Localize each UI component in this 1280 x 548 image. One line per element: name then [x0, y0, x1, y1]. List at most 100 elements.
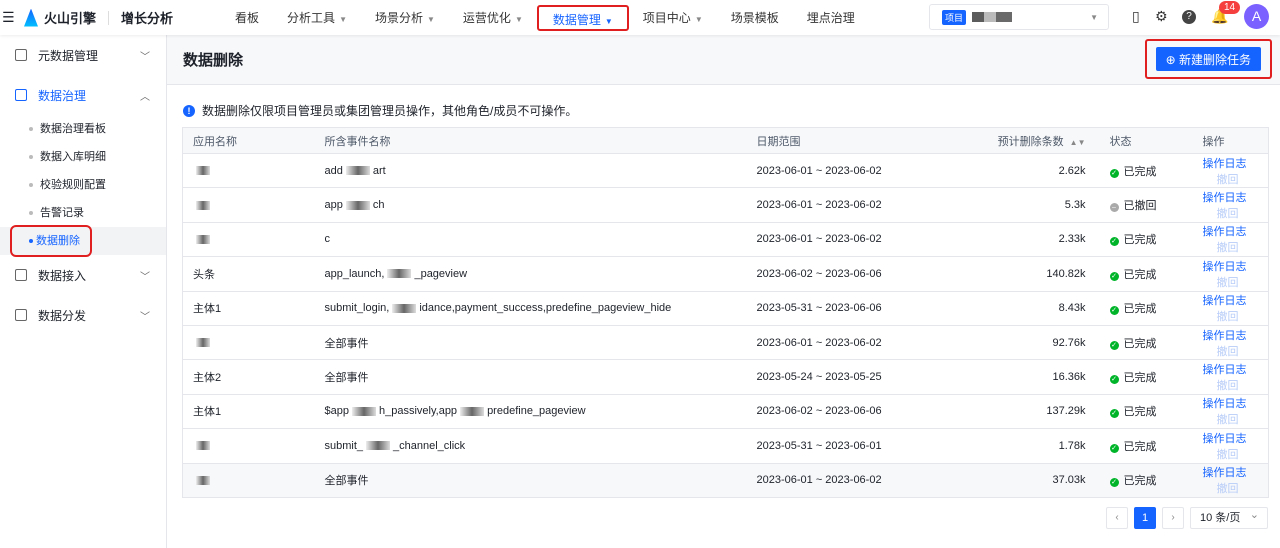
page-title: 数据删除: [183, 52, 244, 69]
page-header: 数据删除 ⊕ 新建删除任务: [167, 35, 1280, 85]
operation-log-link[interactable]: 操作日志: [1203, 226, 1247, 238]
nav-item[interactable]: 场景模板: [717, 5, 793, 31]
help-icon[interactable]: ?: [1182, 10, 1196, 24]
revoke-link: 撤回: [1216, 448, 1239, 461]
menu-icon[interactable]: ☰: [2, 9, 15, 26]
revoke-link: 撤回: [1216, 276, 1239, 289]
delete-count: 8.43k: [946, 291, 1100, 326]
chevron-down-icon: ﹀: [140, 51, 150, 63]
project-selector[interactable]: 项目 ▼: [929, 4, 1109, 30]
mobile-icon[interactable]: ▯: [1132, 8, 1140, 25]
avatar[interactable]: A: [1244, 4, 1269, 29]
operation-log-link[interactable]: 操作日志: [1203, 398, 1247, 410]
nav-item[interactable]: 场景分析 ▼: [361, 5, 449, 31]
column-header: 应用名称: [182, 127, 315, 154]
sidebar-group[interactable]: 数据接入 ﹀: [0, 255, 166, 295]
group-icon: [15, 269, 27, 281]
event-names: 全部事件: [314, 463, 747, 498]
sidebar-group[interactable]: 元数据管理 ﹀: [0, 35, 166, 75]
status: ✓ 已完成: [1099, 325, 1193, 361]
operation-log-link[interactable]: 操作日志: [1203, 330, 1247, 342]
check-circle-icon: ✓: [1109, 409, 1119, 419]
deletion-task-table: 应用名称 所含事件名称 日期范围 预计删除条数 ▲▼ 状态 操作 add art 2023-06…: [182, 127, 1269, 498]
sidebar-item[interactable]: 数据入库明细: [0, 143, 166, 171]
logo[interactable]: 火山引擎 增长分析: [24, 8, 173, 27]
operation-log-link[interactable]: 操作日志: [1203, 295, 1247, 307]
status: ✓ 已完成: [1099, 359, 1193, 395]
sidebar-group[interactable]: 数据分发 ﹀: [0, 295, 166, 335]
page-1-button[interactable]: 1: [1134, 507, 1156, 529]
operation-log-link[interactable]: 操作日志: [1203, 433, 1247, 445]
operation-log-link[interactable]: 操作日志: [1203, 192, 1247, 204]
column-header: 所含事件名称: [314, 127, 747, 154]
caret-down-icon: ▼: [604, 16, 613, 26]
status: ✓ 已完成: [1099, 394, 1193, 430]
column-header[interactable]: 预计删除条数 ▲▼: [946, 127, 1100, 154]
sidebar-group[interactable]: 数据治理 ︿: [0, 75, 166, 115]
revoke-link: 撤回: [1216, 483, 1239, 496]
redacted: [196, 475, 210, 485]
sidebar: 元数据管理 ﹀ 数据治理 ︿ 数据治理看板 数据入库明细 校验规则配置 告警记录 数据删除 数据接…: [0, 35, 167, 548]
sidebar-item[interactable]: 数据治理看板: [0, 115, 166, 143]
redacted: [196, 166, 210, 176]
check-circle-icon: ✓: [1109, 478, 1119, 488]
nav-item[interactable]: 看板: [221, 5, 273, 31]
delete-count: 2.62k: [946, 153, 1100, 189]
next-page-button[interactable]: ›: [1162, 507, 1184, 529]
app-name: [182, 428, 315, 464]
table-row: 全部事件 2023-06-01 ~ 2023-06-02 37.03k ✓ 已完成 操作日…: [182, 463, 1269, 498]
nav-item[interactable]: 分析工具 ▼: [273, 5, 361, 31]
table-row: 全部事件 2023-06-01 ~ 2023-06-02 92.76k ✓ 已完成 操作日…: [182, 325, 1269, 361]
revoke-link: 撤回: [1216, 345, 1239, 358]
prev-page-button[interactable]: ‹: [1106, 507, 1128, 529]
event-names: 全部事件: [314, 325, 747, 361]
nav-item[interactable]: 埋点治理: [793, 5, 869, 31]
volcano-logo-icon: [24, 8, 38, 27]
nav-item[interactable]: 数据管理 ▼: [536, 4, 629, 31]
check-circle-icon: ✓: [1109, 271, 1119, 281]
operation-log-link[interactable]: 操作日志: [1203, 467, 1247, 479]
nav-item[interactable]: 运营优化 ▼: [449, 5, 537, 31]
project-tag: 项目: [942, 9, 967, 25]
table-row: 主体2 全部事件 2023-05-24 ~ 2023-05-25 16.36k ✓ 已完成…: [182, 359, 1269, 395]
event-names: app_launch, _pageview: [314, 256, 747, 292]
redacted: [196, 200, 210, 210]
operation-log-link[interactable]: 操作日志: [1203, 364, 1247, 376]
nav-item[interactable]: 项目中心 ▼: [629, 5, 717, 31]
brand-name: 火山引擎: [44, 11, 97, 26]
app-name: 主体1: [182, 394, 315, 430]
sidebar-item[interactable]: 数据删除: [0, 225, 166, 257]
caret-down-icon: ▼: [427, 14, 435, 24]
delete-count: 140.82k: [946, 256, 1100, 292]
sidebar-item[interactable]: 告警记录: [0, 199, 166, 227]
delete-count: 1.78k: [946, 428, 1100, 464]
sidebar-item[interactable]: 校验规则配置: [0, 171, 166, 199]
table-row: add art 2023-06-01 ~ 2023-06-02 2.62k ✓ 已完成 操作…: [182, 153, 1269, 189]
group-icon: [15, 49, 27, 61]
page-size-select[interactable]: 10 条/页: [1190, 505, 1268, 529]
new-delete-task-button[interactable]: ⊕ 新建删除任务: [1155, 47, 1261, 71]
notice-text: 数据删除仅限项目管理员或集团管理员操作，其他角色/成员不可操作。: [202, 104, 578, 118]
operation-log-link[interactable]: 操作日志: [1203, 158, 1247, 170]
chevron-down-icon: ﹀: [140, 311, 150, 323]
app-name: [182, 222, 315, 258]
caret-down-icon: ▼: [514, 14, 523, 24]
notification-badge: 14: [1219, 1, 1241, 14]
product-name: 增长分析: [121, 11, 174, 26]
revoke-link: 撤回: [1216, 173, 1239, 186]
check-circle-icon: ✓: [1109, 340, 1119, 350]
group-icon: [15, 309, 27, 321]
check-circle-icon: ✓: [1109, 168, 1119, 178]
operation-log-link[interactable]: 操作日志: [1203, 261, 1247, 273]
app-name: 头条: [182, 256, 315, 292]
check-circle-icon: ✓: [1109, 237, 1119, 247]
gear-icon[interactable]: ⚙: [1155, 8, 1168, 25]
status: ✓ 已完成: [1099, 222, 1193, 258]
date-range: 2023-06-01 ~ 2023-06-02: [746, 153, 947, 189]
sort-icon[interactable]: ▲▼: [1070, 138, 1086, 147]
redacted: [345, 166, 370, 176]
date-range: 2023-06-01 ~ 2023-06-02: [746, 463, 947, 498]
revoke-link: 撤回: [1216, 380, 1239, 393]
date-range: 2023-06-02 ~ 2023-06-06: [746, 256, 947, 292]
app-name: 主体1: [182, 291, 315, 326]
